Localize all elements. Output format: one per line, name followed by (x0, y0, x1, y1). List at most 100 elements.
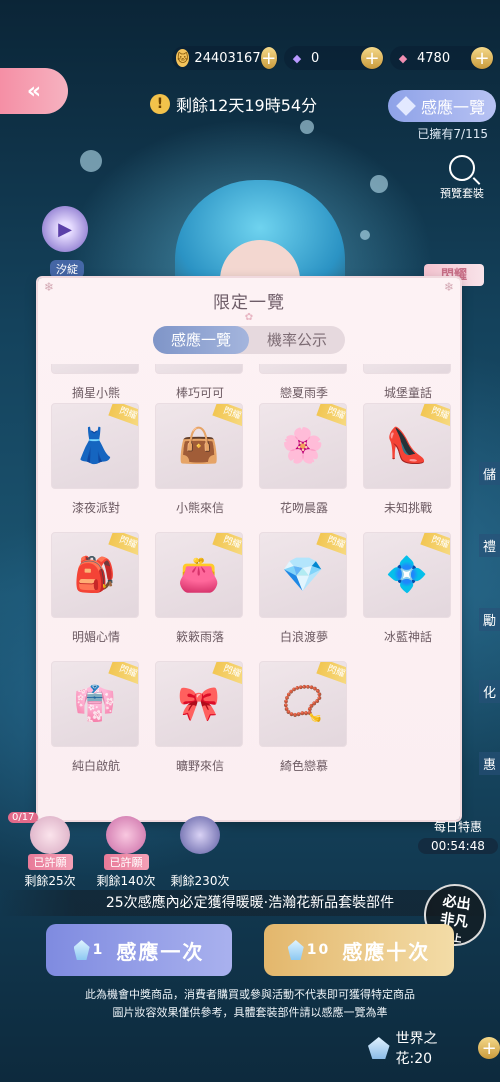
crystal-flower-icon (368, 1037, 390, 1059)
diamond-icon (396, 96, 416, 116)
side-menu-item[interactable]: 化 (478, 680, 500, 703)
skirt-icon: 👗 (73, 426, 117, 466)
item-name: 曠野來信 (175, 759, 224, 773)
earring-icon: 💎 (281, 555, 325, 595)
owned-count: 已擁有7/115 (417, 127, 488, 141)
add-pink-diamond-button[interactable]: + (471, 47, 493, 69)
draw-ten-cost: 10 (306, 942, 331, 958)
crystal-cost: 10 (287, 940, 331, 960)
side-menu-item[interactable]: 儲 (478, 462, 500, 485)
item-thumbnail: 🎒 閃耀 (51, 532, 139, 618)
reward-item[interactable]: 已許願 剩餘25次 (20, 816, 80, 889)
daily-deal-button[interactable]: 每日特惠 00:54:48 (418, 818, 498, 854)
daily-deal-label: 每日特惠 (433, 820, 482, 834)
daily-deal-countdown: 00:54:48 (418, 838, 498, 854)
item-thumbnail: 👠 閃耀 (363, 403, 451, 489)
item-name: 冰藍神話 (383, 630, 432, 644)
item-card[interactable]: 城堡童話 (363, 364, 452, 403)
item-name: 純白啟航 (71, 759, 120, 773)
disclaimer-line: 圖片妝容效果僅供參考，具體套裝部件請以感應一覽為準 (112, 1006, 388, 1019)
item-thumbnail: 🌸 閃耀 (259, 403, 347, 489)
dress-icon: 👘 (73, 684, 117, 724)
preview-set-button[interactable]: 預覽套裝 (432, 155, 492, 201)
outfit-reward-icon (106, 816, 146, 854)
item-card[interactable]: 👘 閃耀 純白啟航 (51, 661, 141, 790)
item-thumbnail: 🎀 閃耀 (155, 661, 243, 747)
shine-badge: 閃耀 (316, 404, 346, 428)
item-card[interactable]: 戀夏雨季 (259, 364, 349, 403)
induction-overview-label: 感應一覽 (420, 98, 485, 117)
backpack-icon: 🎒 (73, 555, 117, 595)
wished-tag: 已許願 (103, 854, 149, 870)
item-card[interactable]: 💎 閃耀 白浪渡夢 (259, 532, 349, 661)
induction-overview-button[interactable]: 感應一覽 (388, 90, 496, 122)
exclamation-icon: ! (150, 94, 170, 114)
item-card[interactable]: 👜 閃耀 小熊來信 (155, 403, 245, 532)
shine-badge: 閃耀 (108, 533, 138, 557)
item-thumbnail: 👘 閃耀 (51, 661, 139, 747)
play-icon: ▶ (42, 206, 88, 252)
preview-set-label: 預覽套裝 (440, 187, 484, 200)
item-grid-scroll[interactable]: 摘星小熊 棒巧可可 戀夏雨季 城堡童話 👗 閃耀 漆夜派對 👜 閃耀 小熊來信 … (46, 364, 452, 804)
dress-reward-icon (30, 816, 70, 854)
add-world-flower-button[interactable]: + (478, 1037, 500, 1059)
currency-purple-value: 0 (311, 50, 320, 66)
item-thumbnail: 💎 閃耀 (259, 532, 347, 618)
draw-once-button[interactable]: 1 感應一次 (46, 924, 232, 976)
bubble-decoration (370, 175, 388, 193)
item-card[interactable]: 🎒 閃耀 明媚心情 (51, 532, 141, 661)
item-card[interactable]: 👛 閃耀 簌簌雨落 (155, 532, 245, 661)
headband-icon: 🎀 (177, 684, 221, 724)
item-card[interactable]: 👗 閃耀 漆夜派對 (51, 403, 141, 532)
item-thumbnail (259, 364, 347, 374)
shine-badge: 閃耀 (420, 533, 450, 557)
side-menu-item[interactable]: 勵 (478, 608, 500, 631)
play-video-button[interactable]: ▶ (42, 206, 94, 252)
high-heel-icon: 👠 (385, 426, 429, 466)
add-purple-diamond-button[interactable]: + (361, 47, 383, 69)
world-flower-currency: 世界之花:20 + (368, 1028, 500, 1068)
remaining-count: 剩餘140次 (96, 874, 156, 888)
disclaimer-line: 此為機會中獎商品，消費者購買或參與活動不代表即可獲得特定商品 (85, 988, 415, 1001)
remaining-count: 剩餘230次 (170, 874, 230, 888)
reward-item[interactable]: 已許願 剩餘140次 (96, 816, 156, 889)
item-card[interactable]: 💠 閃耀 冰藍神話 (363, 532, 452, 661)
currency-gold: 🐱 24403167 + (172, 46, 278, 70)
add-gold-button[interactable]: + (260, 47, 277, 69)
back-button[interactable]: « (0, 68, 68, 114)
crystal-cost: 1 (73, 940, 105, 960)
item-name: 漆夜派對 (71, 501, 120, 515)
tab-induction-overview[interactable]: 感應一覽 (153, 326, 249, 354)
draw-ten-button[interactable]: 10 感應十次 (264, 924, 454, 976)
item-name: 戀夏雨季 (279, 386, 328, 400)
item-thumbnail: 👗 閃耀 (51, 403, 139, 489)
world-flower-label: 世界之花:20 (395, 1031, 438, 1067)
draw-once-cost: 1 (92, 942, 105, 958)
reward-item[interactable]: 剩餘230次 (170, 816, 230, 889)
bubble-decoration (360, 230, 370, 240)
pink-diamond-icon: ◆ (398, 51, 408, 65)
side-menu-item[interactable]: 惠 (478, 752, 500, 775)
draw-once-label: 感應一次 (116, 939, 205, 964)
item-card[interactable]: 🎀 閃耀 曠野來信 (155, 661, 245, 790)
player-name-label: 汐綻 (50, 260, 84, 278)
item-card[interactable]: 📿 閃耀 綺色戀慕 (259, 661, 349, 790)
item-card[interactable]: 棒巧可可 (155, 364, 245, 403)
draw-ten-label: 感應十次 (342, 939, 431, 964)
item-name: 花吻晨露 (279, 501, 328, 515)
shine-badge: 閃耀 (212, 662, 242, 686)
reward-row: 已許願 剩餘25次 已許願 剩餘140次 剩餘230次 (0, 816, 260, 890)
tab-probability[interactable]: 機率公示 (249, 326, 345, 354)
item-card[interactable]: 👠 閃耀 未知挑戰 (363, 403, 452, 532)
item-card[interactable]: 摘星小熊 (51, 364, 141, 403)
shine-badge: 閃耀 (420, 404, 450, 428)
item-name: 小熊來信 (175, 501, 224, 515)
currency-pink-value: 4780 (417, 50, 451, 66)
timer-text: 剩餘12天19時54分 (176, 96, 318, 115)
side-menu-item[interactable]: 禮 (478, 534, 500, 557)
item-thumbnail: 👛 閃耀 (155, 532, 243, 618)
item-card[interactable]: 🌸 閃耀 花吻晨露 (259, 403, 349, 532)
wished-tag: 已許願 (27, 854, 73, 870)
item-thumbnail: 👜 閃耀 (155, 403, 243, 489)
item-thumbnail (155, 364, 243, 374)
